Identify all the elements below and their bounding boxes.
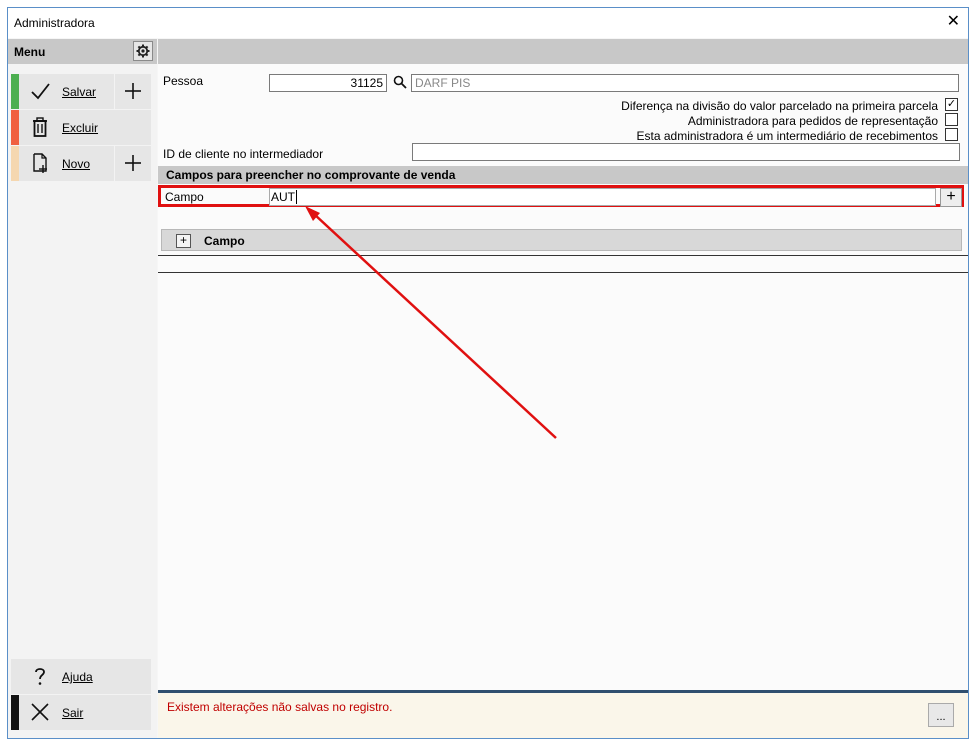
annotation-arrow — [305, 206, 557, 439]
